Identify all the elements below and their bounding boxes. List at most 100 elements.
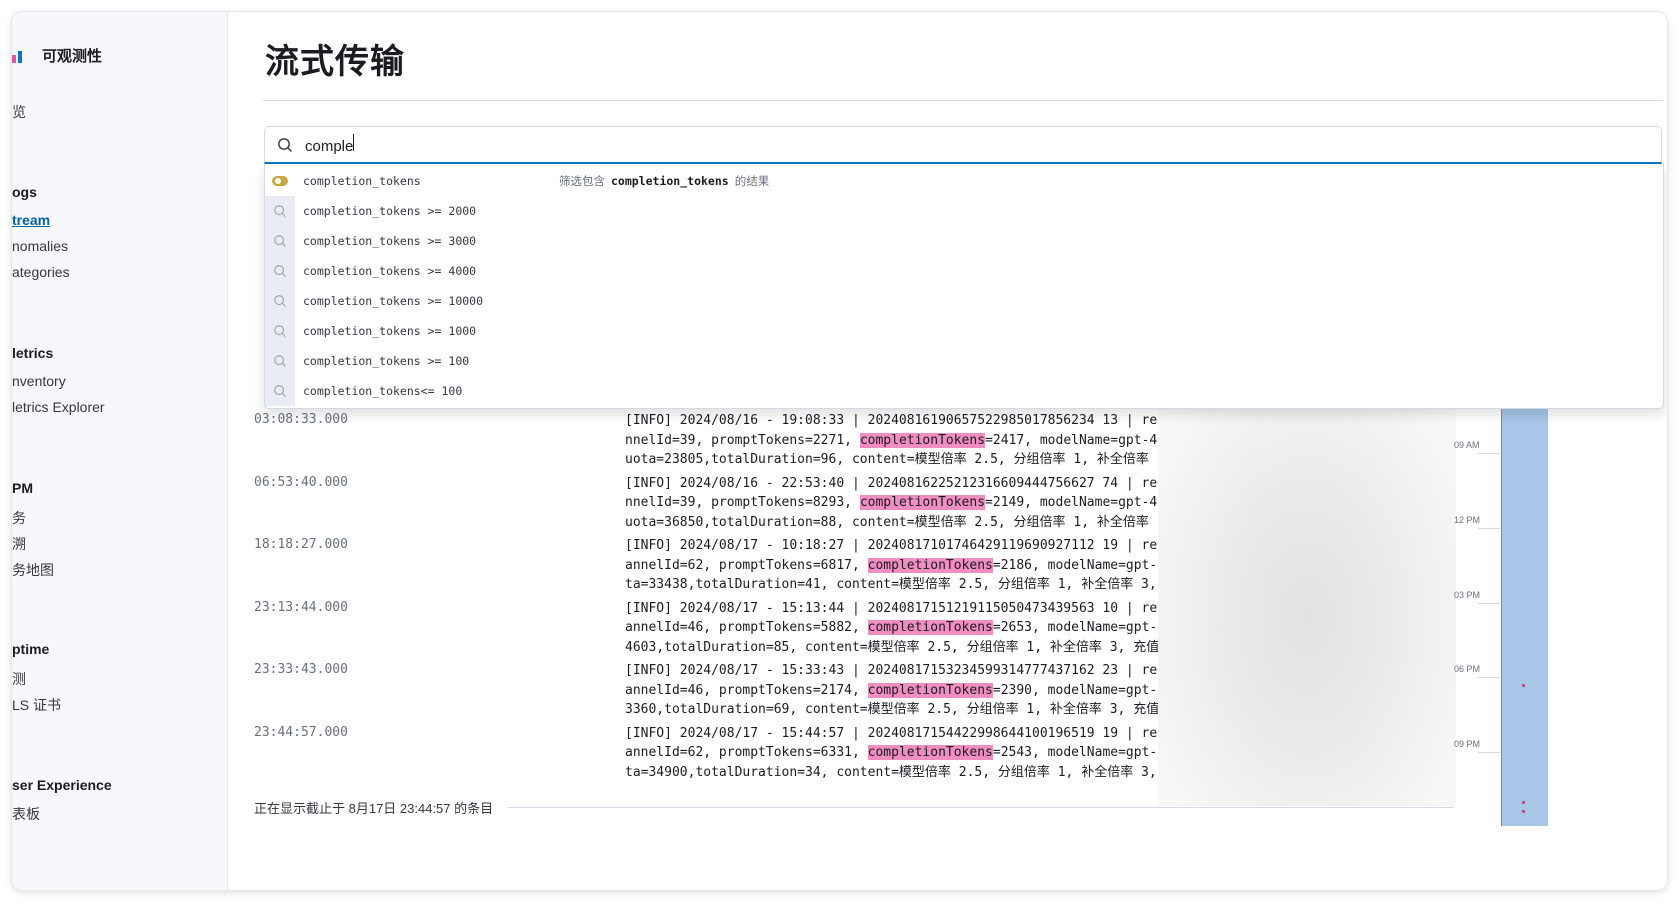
log-timestamp[interactable]: 06:53:40.000 — [254, 475, 348, 490]
main-content: 流式传输 comple completion_tokens 筛选包含 comple… — [228, 12, 1667, 890]
log-line: nnelId=39, promptTokens=8293, completion… — [625, 495, 1158, 511]
minimap-time-label: 12 PM — [1454, 515, 1481, 525]
log-line: [INFO] 2024/08/16 - 19:08:33 | 202408161… — [625, 413, 1158, 428]
log-line: ta=34900,totalDuration=34, content=模型倍率 … — [625, 764, 1157, 780]
log-line: [INFO] 2024/08/16 - 22:53:40 | 202408162… — [625, 475, 1158, 491]
log-message[interactable]: [INFO] 2024/08/17 - 15:33:43 | 202408171… — [625, 661, 1158, 720]
minimap-tick — [1478, 677, 1500, 678]
suggestion-item[interactable]: completion_tokens >= 4000 — [265, 256, 1663, 286]
suggestion-item[interactable]: completion_tokens<= 100 — [265, 376, 1663, 406]
sidebar-item[interactable]: 务 — [12, 508, 26, 528]
minimap-marker — [1522, 801, 1525, 804]
log-line: annelId=62, promptTokens=6817, completio… — [625, 557, 1158, 573]
log-line: [INFO] 2024/08/17 - 15:44:57 | 202408171… — [625, 725, 1158, 741]
suggestion-label: completion_tokens >= 1000 — [303, 324, 477, 338]
search-icon — [278, 137, 292, 152]
minimap-time-label: 03 PM — [1454, 590, 1481, 600]
minimap-marker — [1522, 684, 1525, 687]
log-line: 4603,totalDuration=85, content=模型倍率 2.5,… — [625, 639, 1158, 655]
suggestion-field-description: 筛选包含 completion_tokens 的结果 — [559, 174, 770, 188]
log-message[interactable]: [INFO] 2024/08/17 - 15:44:57 | 202408171… — [625, 724, 1158, 783]
suggestion-item[interactable]: completion_tokens >= 3000 — [265, 226, 1663, 256]
search-highlight: completionTokens — [859, 495, 986, 511]
suggestion-label: completion_tokens >= 2000 — [303, 204, 477, 218]
log-message[interactable]: [INFO] 2024/08/17 - 15:13:44 | 202408171… — [625, 599, 1158, 658]
suggestion-label: completion_tokens >= 10000 — [303, 294, 484, 308]
sidebar-item[interactable]: tream — [12, 212, 50, 228]
log-line: annelId=46, promptTokens=5882, completio… — [625, 620, 1158, 636]
search-highlight: completionTokens — [867, 557, 993, 573]
log-timestamp[interactable]: 23:44:57.000 — [254, 725, 348, 740]
search-icon — [265, 196, 295, 226]
brand-title: 可观测性 — [42, 47, 103, 65]
search-icon — [265, 256, 295, 286]
minimap-tick — [1478, 453, 1500, 454]
suggestion-label: completion_tokens<= 100 — [303, 384, 463, 398]
suggestion-dropdown: completion_tokens 筛选包含 completion_tokens 的… — [264, 164, 1664, 409]
app-window: 可观测性 览 ogs tream nomalies ategories letrics nv… — [12, 12, 1667, 890]
sidebar-section-title: letrics — [12, 345, 54, 361]
suggestion-field-label: completion_tokens — [303, 174, 421, 188]
sidebar-item[interactable]: 览 — [12, 102, 26, 122]
minimap-time-label: 06 PM — [1454, 664, 1481, 674]
sidebar-item[interactable]: letrics Explorer — [12, 399, 105, 415]
log-timestamp[interactable]: 18:18:27.000 — [254, 537, 348, 552]
brand[interactable]: 可观测性 — [12, 42, 102, 68]
search-icon — [265, 286, 295, 316]
sidebar-section-title: PM — [12, 480, 33, 496]
search-icon — [265, 376, 295, 406]
stream-end-message: 正在显示截止于 8月17日 23:44:57 的条目 — [254, 801, 494, 816]
blurred-region — [1158, 386, 1456, 806]
log-line: [INFO] 2024/08/17 - 15:33:43 | 202408171… — [625, 663, 1158, 678]
log-message[interactable]: [INFO] 2024/08/16 - 22:53:40 | 202408162… — [625, 474, 1158, 533]
sidebar-item[interactable]: ategories — [12, 264, 70, 280]
sidebar-item[interactable]: 务地图 — [12, 560, 54, 580]
log-message[interactable]: [INFO] 2024/08/16 - 19:08:33 | 202408161… — [625, 411, 1158, 470]
search-icon — [265, 346, 295, 376]
footer-divider — [508, 807, 1454, 808]
suggestion-label: completion_tokens >= 3000 — [303, 234, 477, 248]
log-line: annelId=62, promptTokens=6331, completio… — [625, 745, 1158, 761]
log-message[interactable]: [INFO] 2024/08/17 - 10:18:27 | 202408171… — [625, 536, 1158, 595]
page-title: 流式传输 — [265, 43, 405, 81]
minimap-time-label: 09 AM — [1454, 440, 1480, 450]
search-highlight: completionTokens — [859, 432, 986, 448]
suggestion-label: completion_tokens >= 4000 — [303, 264, 477, 278]
suggestion-item[interactable]: completion_tokens >= 100 — [265, 346, 1663, 376]
log-line: [INFO] 2024/08/17 - 10:18:27 | 202408171… — [625, 538, 1158, 553]
log-line: ta=33438,totalDuration=41, content=模型倍率 … — [625, 577, 1157, 593]
sidebar-section-title: ogs — [12, 184, 37, 200]
minimap-time-label: 09 PM — [1454, 739, 1481, 749]
log-line: 3360,totalDuration=69, content=模型倍率 2.5,… — [625, 702, 1158, 718]
log-timestamp[interactable]: 23:13:44.000 — [254, 600, 348, 615]
sidebar-item[interactable]: 溯 — [12, 534, 26, 554]
log-line: uota=23805,totalDuration=96, content=模型倍… — [625, 452, 1149, 468]
log-line: [INFO] 2024/08/17 - 15:13:44 | 202408171… — [625, 600, 1158, 616]
observability-logo-icon — [12, 47, 26, 63]
log-timestamp[interactable]: 23:33:43.000 — [254, 662, 348, 677]
suggestion-label: completion_tokens >= 100 — [303, 354, 470, 368]
search-icon — [265, 226, 295, 256]
minimap-tick — [1478, 528, 1500, 529]
sidebar-item[interactable]: LS 证书 — [12, 695, 61, 715]
suggestion-item[interactable]: completion_tokens >= 10000 — [265, 286, 1663, 316]
sidebar-item[interactable]: 测 — [12, 669, 26, 689]
search-highlight: completionTokens — [867, 620, 993, 636]
sidebar-item[interactable]: nventory — [12, 373, 66, 389]
minimap-tick — [1478, 603, 1500, 604]
search-highlight: completionTokens — [867, 745, 993, 761]
suggestion-field[interactable]: completion_tokens 筛选包含 completion_tokens 的… — [265, 166, 1663, 196]
search-bar[interactable]: comple — [264, 126, 1662, 164]
suggestion-item[interactable]: completion_tokens >= 1000 — [265, 316, 1663, 346]
sidebar-section-title: ptime — [12, 641, 50, 657]
sidebar-item[interactable]: nomalies — [12, 238, 68, 254]
field-toggle-icon — [265, 166, 295, 196]
suggestion-item[interactable]: completion_tokens >= 2000 — [265, 196, 1663, 226]
log-timestamp[interactable]: 03:08:33.000 — [254, 412, 348, 427]
sidebar-nav: 可观测性 览 ogs tream nomalies ategories letrics nv… — [12, 12, 228, 890]
log-line: uota=36850,totalDuration=88, content=模型倍… — [625, 514, 1149, 530]
minimap-tick — [1478, 752, 1500, 753]
sidebar-item[interactable]: 表板 — [12, 804, 40, 824]
search-input[interactable]: comple — [305, 134, 1605, 155]
title-divider — [263, 100, 1663, 101]
